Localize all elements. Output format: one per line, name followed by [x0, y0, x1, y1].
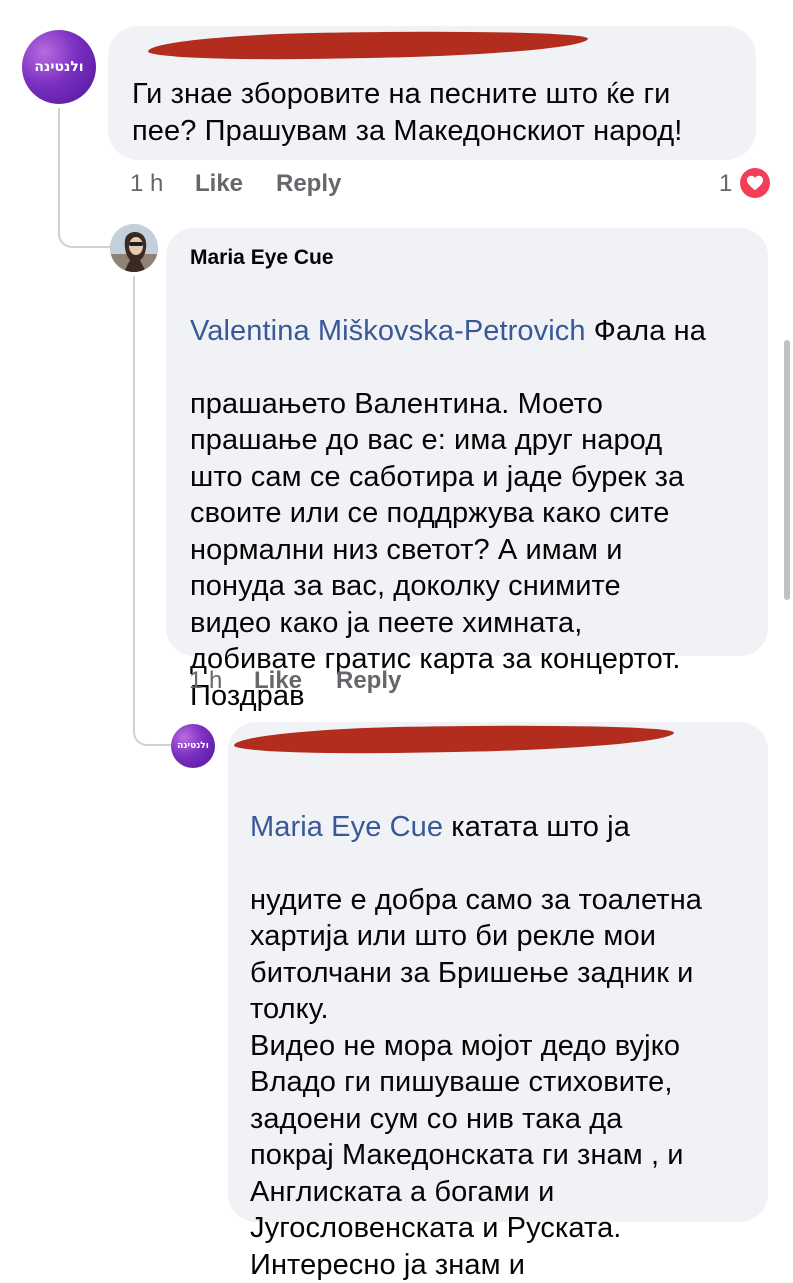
heart-icon[interactable]: [738, 166, 772, 200]
comment-text: Ги знае зборовите на песните што ќе ги п…: [132, 78, 683, 147]
avatar[interactable]: ולנטינה: [171, 724, 215, 768]
thread-line: [58, 108, 110, 248]
comment-actions: 1 h: [130, 170, 163, 198]
redacted-author-name: [233, 722, 675, 756]
thread-line: [133, 700, 171, 746]
comment-text: Valentina Miškovska-Petrovich Фала на пр…: [190, 314, 706, 712]
mention-link[interactable]: Maria Eye Cue: [250, 811, 443, 843]
like-button[interactable]: Like: [195, 170, 243, 198]
comment-bubble: Maria Eye Cue Valentina Miškovska-Petrov…: [166, 228, 768, 712]
scrollbar[interactable]: [784, 340, 790, 600]
comment-bubble: Maria Eye Cue катата што ја нудите е доб…: [228, 722, 768, 1281]
reaction-count[interactable]: 1: [719, 170, 732, 198]
comment-time: 1 h: [130, 170, 164, 197]
avatar[interactable]: [110, 224, 158, 272]
comment-bubble: Ги знае зборовите на песните што ќе ги п…: [108, 26, 756, 160]
mention-link[interactable]: Valentina Miškovska-Petrovich: [190, 315, 586, 347]
comment-text: Maria Eye Cue катата што ја нудите е доб…: [250, 810, 703, 1281]
reply-button[interactable]: Reply: [336, 667, 401, 695]
comment-time: 1 h: [189, 667, 223, 694]
avatar-label: ולנטינה: [177, 741, 209, 751]
avatar-label: ולנטינה: [34, 59, 84, 75]
comment-author[interactable]: Maria Eye Cue: [190, 246, 334, 270]
like-button[interactable]: Like: [254, 667, 302, 695]
thread-line: [133, 276, 135, 730]
avatar[interactable]: ולנטינה: [22, 30, 96, 104]
redacted-author-name: [147, 28, 589, 62]
reply-button[interactable]: Reply: [276, 170, 341, 198]
